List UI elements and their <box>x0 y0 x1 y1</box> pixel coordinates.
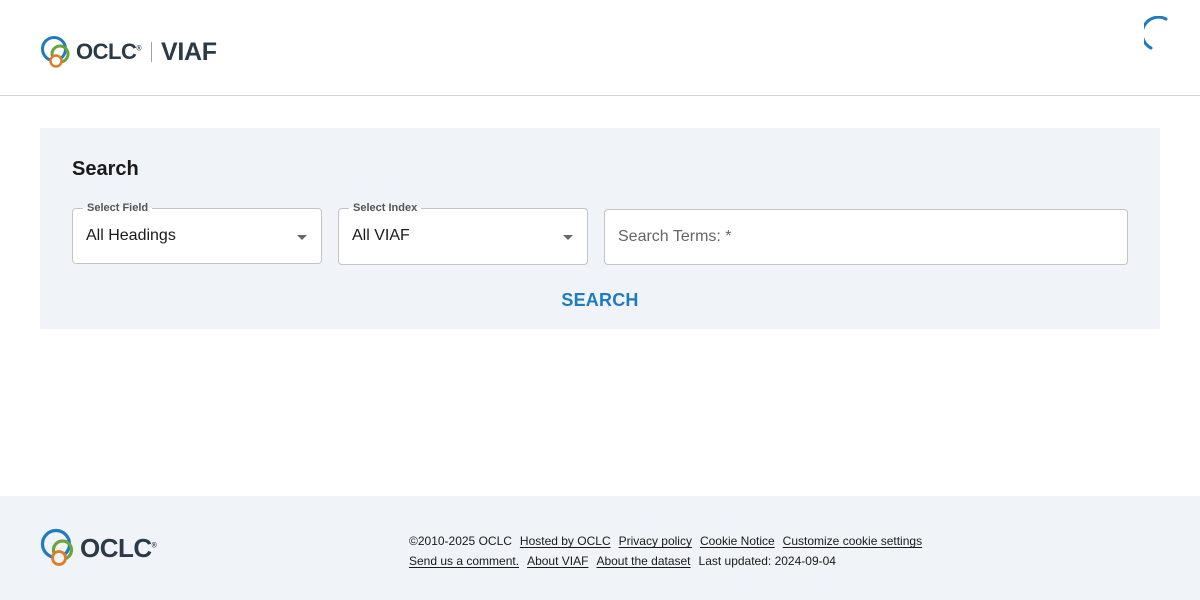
customize-cookie-settings-link[interactable]: Customize cookie settings <box>783 531 922 551</box>
about-dataset-link[interactable]: About the dataset <box>596 551 690 571</box>
loading-spinner-icon <box>1144 16 1168 50</box>
search-panel: Search Select Field All Headings Select … <box>40 128 1160 329</box>
cookie-notice-link[interactable]: Cookie Notice <box>700 531 775 551</box>
select-index-dropdown[interactable]: Select Index All VIAF <box>338 202 588 265</box>
select-field-dropdown[interactable]: Select Field All Headings <box>72 202 322 264</box>
about-viaf-link[interactable]: About VIAF <box>527 551 588 571</box>
select-index-label: Select Index <box>349 202 422 214</box>
select-field-label: Select Field <box>83 202 153 214</box>
brand-wordmark: OCLC® <box>76 39 141 64</box>
footer-links-row-2: Send us a comment. About VIAF About the … <box>409 551 930 571</box>
oclc-logo-icon <box>41 36 70 68</box>
oclc-viaf-logo[interactable]: OCLC® VIAF <box>40 34 217 70</box>
footer-links-row-1: ©2010-2025 OCLC Hosted by OCLC Privacy p… <box>409 531 930 551</box>
product-name: VIAF <box>161 37 217 66</box>
footer-oclc-logo[interactable]: OCLC® <box>40 528 157 568</box>
oclc-logo-icon <box>40 528 74 566</box>
privacy-policy-link[interactable]: Privacy policy <box>619 531 692 551</box>
brand-separator <box>151 42 152 62</box>
send-comment-link[interactable]: Send us a comment. <box>409 551 519 571</box>
select-index-value: All VIAF <box>352 227 410 244</box>
footer-links: ©2010-2025 OCLC Hosted by OCLC Privacy p… <box>409 531 930 571</box>
last-updated-text: Last updated: 2024-09-04 <box>698 554 836 568</box>
footer: OCLC® ©2010-2025 OCLC Hosted by OCLC Pri… <box>0 496 1200 600</box>
search-terms-input[interactable]: Search Terms: * <box>604 209 1128 265</box>
footer-brand-wordmark: OCLC® <box>80 532 157 563</box>
chevron-down-icon <box>297 235 307 240</box>
copyright-text: ©2010-2025 OCLC <box>409 534 512 548</box>
search-terms-placeholder: Search Terms: * <box>618 228 732 245</box>
select-field-value: All Headings <box>86 227 176 244</box>
header: OCLC® VIAF <box>0 0 1200 96</box>
search-button[interactable]: SEARCH <box>540 288 660 312</box>
search-panel-title: Search <box>72 158 139 180</box>
chevron-down-icon <box>563 235 573 240</box>
hosted-by-oclc-link[interactable]: Hosted by OCLC <box>520 531 611 551</box>
